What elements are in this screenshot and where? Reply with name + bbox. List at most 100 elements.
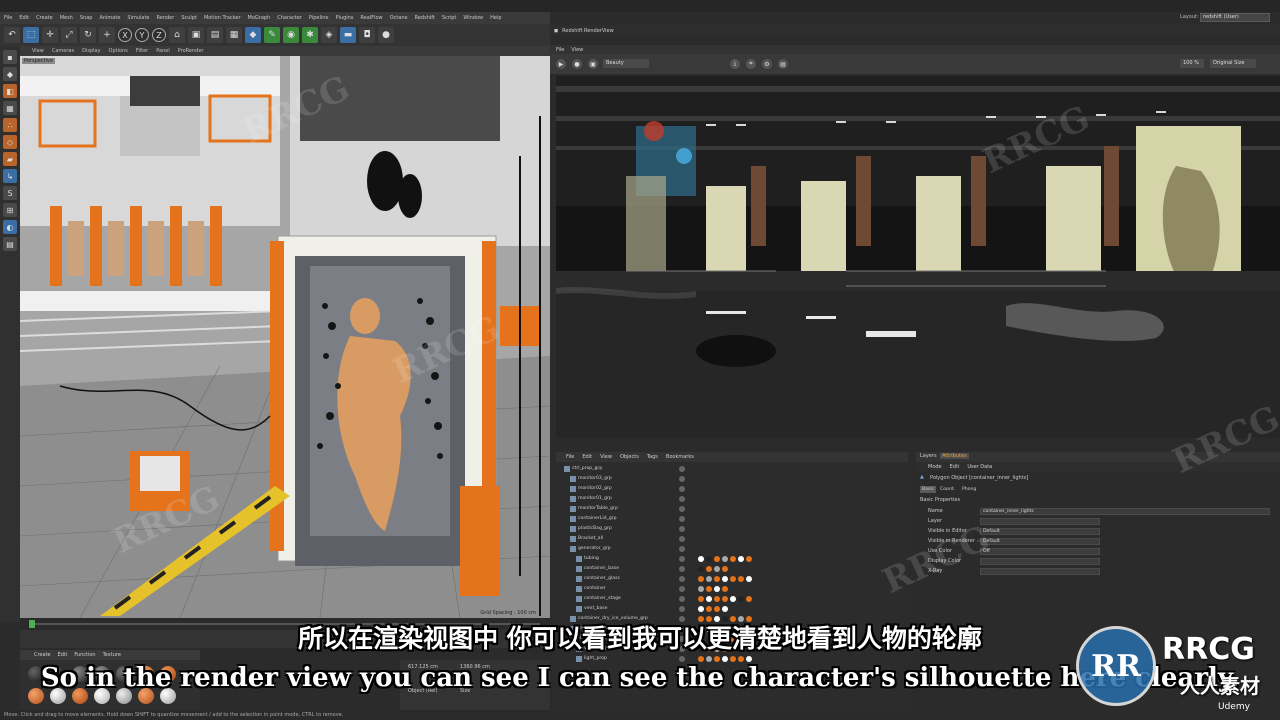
render-stop-icon[interactable]: ● [572, 59, 582, 69]
snap-icon[interactable]: S [3, 186, 17, 200]
settings-icon[interactable]: ⚙ [762, 59, 772, 69]
array-icon[interactable]: ✱ [302, 27, 318, 43]
menu-item-0[interactable]: File [4, 15, 12, 21]
subtab-basic[interactable]: Basic [920, 486, 937, 493]
spline-pen-icon[interactable]: ✎ [264, 27, 280, 43]
material-tag-icon[interactable] [730, 596, 736, 602]
floor-icon[interactable]: ▬ [340, 27, 356, 43]
solo-icon[interactable]: ◐ [3, 220, 17, 234]
nurbs-icon[interactable]: ◉ [283, 27, 299, 43]
live-selection-icon[interactable]: ⬚ [23, 27, 39, 43]
viewport-menu-item-5[interactable]: Panel [156, 48, 170, 54]
om-row[interactable]: Bracket_all [556, 534, 908, 544]
subtab-coord[interactable]: Coord. [938, 486, 957, 493]
om-menu-item-5[interactable]: Bookmarks [666, 454, 694, 460]
menu-item-18[interactable]: Window [463, 15, 483, 21]
renderview-menu-item-0[interactable]: File [556, 47, 564, 53]
om-row[interactable]: generator_grp [556, 544, 908, 554]
om-row[interactable]: ctrl_prop_grp [556, 464, 908, 474]
material-tag-icon[interactable] [706, 556, 712, 562]
tab-attributes[interactable]: Attributes [940, 453, 969, 459]
attr-field[interactable]: Off [980, 548, 1100, 555]
attr-menu-item-0[interactable]: Mode [928, 464, 942, 470]
render-start-icon[interactable]: ▶ [556, 59, 566, 69]
z-axis-icon[interactable]: Z [152, 28, 166, 42]
move-icon[interactable]: ✛ [42, 27, 58, 43]
attr-menu-item-1[interactable]: Edit [950, 464, 960, 470]
lock-icon[interactable]: ▤ [778, 59, 788, 69]
viewport-menu-item-1[interactable]: Cameras [52, 48, 74, 54]
om-row[interactable]: monitor01_grp [556, 494, 908, 504]
material-tag-icon[interactable] [698, 556, 704, 562]
visibility-dot-icon[interactable] [679, 466, 685, 472]
visibility-dot-icon[interactable] [679, 546, 685, 552]
material-tag-icon[interactable] [722, 576, 728, 582]
menu-item-13[interactable]: Plugins [336, 15, 354, 21]
visibility-dot-icon[interactable] [679, 556, 685, 562]
menu-item-16[interactable]: Redshift [415, 15, 435, 21]
menu-item-17[interactable]: Script [442, 15, 457, 21]
viewport-menu-item-0[interactable]: View [32, 48, 44, 54]
menu-item-4[interactable]: Snap [80, 15, 93, 21]
viewport-menu-item-2[interactable]: Display [82, 48, 100, 54]
menu-item-8[interactable]: Sculpt [181, 15, 197, 21]
om-menu-item-2[interactable]: View [600, 454, 612, 460]
render-picture-icon[interactable]: ▤ [207, 27, 223, 43]
material-tag-icon[interactable] [738, 576, 744, 582]
material-tag-icon[interactable] [714, 576, 720, 582]
material-tag-icon[interactable] [698, 586, 704, 592]
material-tag-icon[interactable] [746, 556, 752, 562]
renderview-menu-item-1[interactable]: View [571, 47, 583, 53]
material-tag-icon[interactable] [714, 566, 720, 572]
material-tag-icon[interactable] [746, 596, 752, 602]
om-row[interactable]: container [556, 584, 908, 594]
render-image[interactable] [556, 76, 1280, 438]
material-tag-icon[interactable] [714, 656, 720, 662]
menu-item-12[interactable]: Pipeline [309, 15, 329, 21]
tab-layers[interactable]: Layers [918, 453, 939, 459]
material-tag-icon[interactable] [698, 596, 704, 602]
visibility-dot-icon[interactable] [679, 506, 685, 512]
material-tag-icon[interactable] [706, 596, 712, 602]
om-menu-item-1[interactable]: Edit [582, 454, 592, 460]
om-menu-item-3[interactable]: Objects [620, 454, 639, 460]
material-tag-icon[interactable] [714, 556, 720, 562]
model-mode-icon[interactable]: ◆ [3, 67, 17, 81]
menu-item-2[interactable]: Create [36, 15, 53, 21]
coordinate-system-icon[interactable]: ⌂ [169, 27, 185, 43]
material-tag-icon[interactable] [698, 606, 704, 612]
material-tag-icon[interactable] [722, 656, 728, 662]
material-tag-icon[interactable] [714, 586, 720, 592]
camera-icon[interactable]: ◘ [359, 27, 375, 43]
attr-field[interactable] [980, 568, 1100, 575]
material-tag-icon[interactable] [706, 566, 712, 572]
attr-menu-item-2[interactable]: User Data [967, 464, 992, 470]
om-row[interactable]: monitorTable_grp [556, 504, 908, 514]
workplane-icon[interactable]: ▦ [3, 101, 17, 115]
size-select[interactable]: Original Size [1210, 59, 1256, 68]
visibility-dot-icon[interactable] [679, 486, 685, 492]
axis-mode-icon[interactable]: ↳ [3, 169, 17, 183]
visibility-dot-icon[interactable] [679, 606, 685, 612]
material-tag-icon[interactable] [706, 656, 712, 662]
material-tag-icon[interactable] [746, 656, 752, 662]
aov-select[interactable]: Beauty [603, 59, 649, 68]
visibility-dot-icon[interactable] [679, 536, 685, 542]
zoom-field[interactable]: 100 % [1180, 59, 1204, 68]
om-row[interactable]: container_glass [556, 574, 908, 584]
layout-select[interactable]: redshift (User) [1200, 13, 1270, 22]
menu-item-14[interactable]: RealFlow [360, 15, 382, 21]
attr-field[interactable]: Default [980, 528, 1100, 535]
material-tag-icon[interactable] [730, 576, 736, 582]
om-row[interactable]: vent_base [556, 604, 908, 614]
material-tag-icon[interactable] [722, 596, 728, 602]
y-axis-icon[interactable]: Y [135, 28, 149, 42]
light-icon[interactable]: ● [378, 27, 394, 43]
make-editable-icon[interactable]: ▪ [3, 50, 17, 64]
rotate-icon[interactable]: ↻ [80, 27, 96, 43]
material-tag-icon[interactable] [738, 596, 744, 602]
visibility-dot-icon[interactable] [679, 656, 685, 662]
menu-item-10[interactable]: MoGraph [248, 15, 271, 21]
om-menu-item-4[interactable]: Tags [647, 454, 658, 460]
om-row[interactable]: monitor02_grp [556, 484, 908, 494]
